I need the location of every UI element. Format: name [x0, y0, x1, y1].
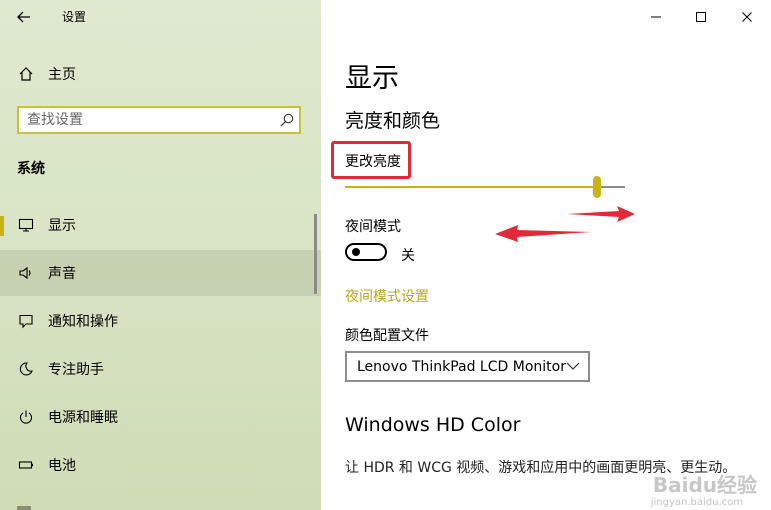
- chevron-down-icon: [566, 362, 580, 370]
- back-arrow-icon: [17, 11, 30, 23]
- search-box[interactable]: [17, 106, 301, 134]
- power-icon: [17, 408, 35, 426]
- search-icon[interactable]: [279, 112, 295, 128]
- sidebar-item-label: 声音: [48, 266, 76, 282]
- color-profile-dropdown[interactable]: Lenovo ThinkPad LCD Monitor: [345, 351, 590, 382]
- moon-icon: [17, 360, 35, 378]
- slider-track-remaining[interactable]: [597, 186, 625, 188]
- maximize-icon: [696, 12, 706, 22]
- minimize-button[interactable]: [641, 6, 671, 28]
- brightness-section-title: 亮度和颜色: [345, 110, 441, 132]
- back-button[interactable]: [10, 6, 38, 28]
- night-mode-state: 关: [401, 248, 415, 264]
- sidebar-item-label: 主页: [48, 67, 76, 83]
- page-title: 显示: [345, 63, 399, 94]
- sidebar-item-sound[interactable]: 声音: [0, 250, 321, 296]
- sidebar-next-item-peek: [17, 506, 31, 510]
- sidebar-item-home[interactable]: 主页: [0, 51, 321, 97]
- sidebar-scrollbar[interactable]: [314, 214, 317, 294]
- dropdown-selected-value: Lenovo ThinkPad LCD Monitor: [357, 359, 566, 375]
- slider-track-filled[interactable]: [345, 186, 597, 188]
- minimize-icon: [651, 16, 661, 18]
- sidebar-item-label: 电池: [48, 458, 76, 474]
- home-icon: [17, 65, 35, 83]
- sidebar-item-display[interactable]: 显示: [0, 202, 321, 248]
- night-mode-toggle[interactable]: [345, 243, 387, 261]
- main-pane: 显示 亮度和颜色 更改亮度 夜间模式 关 夜间模式设置 颜色配置文件 Lenov…: [321, 0, 771, 510]
- close-button[interactable]: [732, 6, 762, 28]
- sidebar-item-focus-assist[interactable]: 专注助手: [0, 346, 321, 392]
- sidebar-item-power-sleep[interactable]: 电源和睡眠: [0, 394, 321, 440]
- sidebar-item-battery[interactable]: 电池: [0, 442, 321, 488]
- sidebar-item-label: 通知和操作: [48, 314, 118, 330]
- sidebar: 设置 主页 系统 显示 声音 通知和操作 专注助手: [0, 0, 321, 510]
- sidebar-item-label: 电源和睡眠: [48, 410, 118, 426]
- hd-color-title: Windows HD Color: [345, 414, 521, 436]
- search-input[interactable]: [27, 111, 267, 129]
- slider-thumb[interactable]: [593, 176, 601, 198]
- close-icon: [742, 12, 752, 22]
- brightness-label: 更改亮度: [345, 154, 401, 170]
- section-header-system: 系统: [17, 161, 45, 177]
- notification-icon: [17, 312, 35, 330]
- speaker-icon: [17, 264, 35, 282]
- monitor-icon: [17, 216, 35, 234]
- maximize-button[interactable]: [686, 6, 716, 28]
- sidebar-item-notifications[interactable]: 通知和操作: [0, 298, 321, 344]
- annotation-arrow-left: [495, 225, 591, 242]
- sidebar-item-label: 专注助手: [48, 362, 104, 378]
- titlebar-left: 设置: [0, 0, 321, 34]
- color-profile-label: 颜色配置文件: [345, 328, 429, 344]
- night-mode-label: 夜间模式: [345, 219, 401, 235]
- annotation-arrow-right: [567, 206, 635, 222]
- battery-icon: [17, 456, 35, 474]
- toggle-knob: [352, 248, 360, 256]
- night-mode-settings-link[interactable]: 夜间模式设置: [345, 286, 429, 306]
- watermark-brand: Baidu经验: [652, 473, 757, 497]
- sidebar-item-label: 显示: [48, 218, 76, 234]
- app-title: 设置: [62, 10, 87, 24]
- watermark-url: jingyan.baidu.com: [650, 497, 743, 508]
